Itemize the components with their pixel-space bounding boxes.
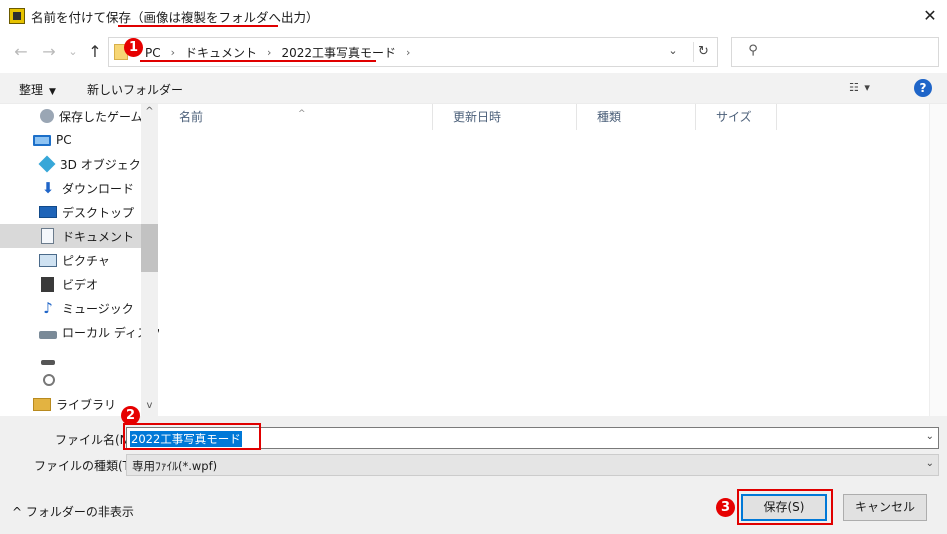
pc-icon [33,134,51,146]
file-list[interactable]: 名前 ^ 更新日時 種類 サイズ [159,104,947,416]
sidebar-item-drive[interactable] [0,346,141,370]
scroll-up-icon[interactable]: ^ [141,106,158,117]
sidebar-item-desktop[interactable]: デスクトップ [0,200,141,224]
sidebar-item-label: ビデオ [62,277,99,292]
sidebar-item-label: 保存したゲーム [59,109,143,124]
column-header-date[interactable]: 更新日時 [433,104,577,130]
breadcrumb-pc[interactable]: PC [145,46,161,60]
sidebar-scrollbar[interactable]: ^ v [141,104,158,416]
documents-icon [41,228,54,244]
pictures-icon [39,253,57,267]
search-icon: ⚲ [748,43,758,58]
help-icon[interactable]: ? [914,79,932,97]
window-title-main: 名前を付けて保存 [31,10,132,25]
up-button[interactable]: ↑ [84,41,106,63]
download-icon: ⬇ [41,179,55,197]
chevron-right-icon[interactable]: › [406,46,410,59]
sidebar-item-pictures[interactable]: ピクチャ [0,248,141,272]
marker-2: 2 [121,406,140,425]
breadcrumb: PC › ドキュメント › 2022工事写真モード › [145,44,410,61]
column-header-size[interactable]: サイズ [696,104,777,130]
navigation-pane: 保存したゲーム PC 3D オブジェクト ⬇ ダウンロード デスクトップ ドキュ… [0,104,159,416]
title-bar: 名前を付けて保存（画像は複製をフォルダへ出力） ✕ [0,0,947,33]
local-disk-icon [39,331,57,339]
desktop-icon [39,206,57,218]
3d-objects-icon [38,155,56,173]
recent-locations-button[interactable]: ⌄ [62,41,84,63]
column-header-type[interactable]: 種類 [577,104,696,130]
marker-1: 1 [124,38,143,57]
breadcrumb-folder[interactable]: 2022工事写真モード [281,44,396,61]
saved-games-icon [40,109,54,123]
address-annotation-underline [140,60,376,62]
sidebar-item-label: デスクトップ [62,205,135,220]
file-type-value: 専用ﾌｧｲﾙ(*.wpf) [132,459,218,473]
chevron-down-icon[interactable]: ⌄ [926,458,934,469]
address-bar[interactable]: PC › ドキュメント › 2022工事写真モード › ⌄ ↻ [108,37,718,67]
hide-folders-button[interactable]: ^ フォルダーの非表示 [12,503,134,520]
close-button[interactable]: ✕ [918,5,942,27]
window-title-note: （画像は複製をフォルダへ出力） [131,10,319,25]
sidebar-item-label: 3D オブジェクト [60,157,153,172]
organize-label: 整理 [19,83,44,97]
breadcrumb-documents[interactable]: ドキュメント [185,44,257,61]
file-list-edge [929,104,947,416]
chevron-down-icon[interactable]: ⌄ [926,431,934,442]
library-icon [33,397,51,411]
music-icon: ♪ [43,299,53,317]
sidebar-item-saved-games[interactable]: 保存したゲーム [0,104,143,128]
sidebar-item-videos[interactable]: ビデオ [0,272,141,296]
sidebar-item-documents[interactable]: ドキュメント [0,224,141,248]
sidebar-item-music[interactable]: ♪ ミュージック [0,296,141,320]
new-folder-button[interactable]: 新しいフォルダー [87,81,183,98]
search-box[interactable]: ⚲ [731,37,939,67]
window-title: 名前を付けて保存（画像は複製をフォルダへ出力） [31,7,319,26]
hide-folders-label: フォルダーの非表示 [25,505,134,519]
scroll-down-icon[interactable]: v [141,400,158,411]
sidebar-item-downloads[interactable]: ⬇ ダウンロード [0,176,141,200]
sidebar-item-local-disk[interactable]: ローカル ディスク ( [0,320,159,344]
scrollbar-thumb[interactable] [141,224,158,272]
sidebar-item-label: ピクチャ [62,253,110,268]
cancel-button[interactable]: キャンセル [843,494,927,521]
sidebar-item-label: PC [56,133,72,147]
sidebar-item-label: ミュージック [62,301,134,316]
drive-icon [41,359,55,365]
file-type-select[interactable]: 専用ﾌｧｲﾙ(*.wpf) ⌄ [126,454,939,476]
address-dropdown-button[interactable]: ⌄ [666,44,680,57]
videos-icon [41,276,54,292]
sidebar-item-label: ライブラリ [56,397,117,412]
caret-down-icon: ▼ [49,87,56,97]
app-icon [9,8,25,24]
save-button[interactable]: 保存(S) [741,494,827,521]
organize-button[interactable]: 整理 ▼ [19,81,56,98]
column-header-label: 名前 [179,110,204,124]
chevron-right-icon[interactable]: › [267,46,271,59]
back-button[interactable]: ← [10,41,32,63]
sidebar-item-libraries[interactable]: ライブラリ [0,392,141,416]
column-header-name[interactable]: 名前 ^ [159,104,433,130]
sort-ascending-icon: ^ [298,109,306,119]
refresh-button[interactable]: ↻ [693,42,713,62]
sidebar-item-label: ダウンロード [62,181,135,196]
view-options-icon[interactable]: ☷ ▾ [849,81,871,94]
sidebar-item-label: ドキュメント [62,229,135,244]
title-annotation-underline [118,25,278,27]
sidebar-item-3d-objects[interactable]: 3D オブジェクト [0,152,153,176]
chevron-right-icon[interactable]: › [171,46,175,59]
marker-3: 3 [716,498,735,517]
disc-drive-icon [43,374,55,386]
sidebar-item-disc-drive[interactable] [0,368,141,392]
toolbar: 整理 ▼ 新しいフォルダー ☷ ▾ ? [0,73,947,104]
forward-button[interactable]: → [38,41,60,63]
chevron-up-icon: ^ [12,505,23,519]
file-name-annotation-box [123,423,261,450]
file-type-label: ファイルの種類(T): [34,459,139,473]
sidebar-item-pc[interactable]: PC [0,128,141,152]
